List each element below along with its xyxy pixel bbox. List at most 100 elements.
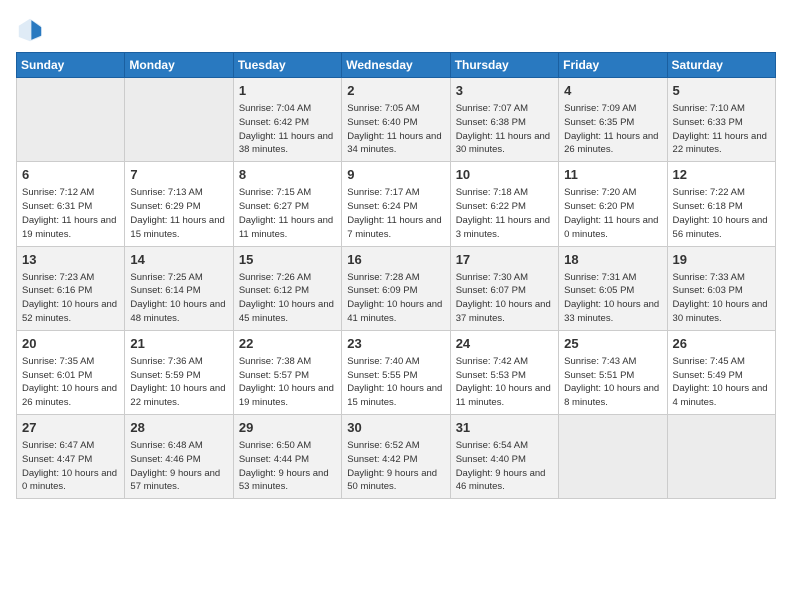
- calendar-week-row: 20Sunrise: 7:35 AM Sunset: 6:01 PM Dayli…: [17, 330, 776, 414]
- day-number: 13: [22, 251, 119, 269]
- day-header-saturday: Saturday: [667, 53, 775, 78]
- day-number: 22: [239, 335, 336, 353]
- calendar-cell: 14 Sunrise: 7:25 AM Sunset: 6:14 PM Dayli…: [125, 246, 233, 330]
- day-header-sunday: Sunday: [17, 53, 125, 78]
- calendar-cell: [125, 78, 233, 162]
- day-info: Sunrise: 7:10 AM Sunset: 6:33 PM Dayligh…: [673, 102, 770, 157]
- calendar-cell: 7 Sunrise: 7:13 AM Sunset: 6:29 PM Daylig…: [125, 162, 233, 246]
- calendar-week-row: 27 Sunrise: 6:47 AM Sunset: 4:47 PM Dayli…: [17, 415, 776, 499]
- day-info: Sunrise: 7:13 AM Sunset: 6:29 PM Dayligh…: [130, 186, 227, 241]
- day-number: 7: [130, 166, 227, 184]
- day-info: Sunrise: 7:28 AM Sunset: 6:09 PM Dayligh…: [347, 271, 444, 326]
- calendar-cell: [17, 78, 125, 162]
- page-header: [16, 16, 776, 44]
- day-info: Sunrise: 6:47 AM Sunset: 4:47 PM Dayligh…: [22, 439, 119, 494]
- day-number: 15: [239, 251, 336, 269]
- calendar-cell: 21 Sunrise: 7:36 AM Sunset: 5:59 PM Dayli…: [125, 330, 233, 414]
- day-number: 11: [564, 166, 661, 184]
- calendar-cell: 11 Sunrise: 7:20 AM Sunset: 6:20 PM Dayli…: [559, 162, 667, 246]
- day-info: Sunrise: 7:25 AM Sunset: 6:14 PM Dayligh…: [130, 271, 227, 326]
- day-number: 12: [673, 166, 770, 184]
- day-header-thursday: Thursday: [450, 53, 558, 78]
- day-header-monday: Monday: [125, 53, 233, 78]
- calendar-week-row: 6 Sunrise: 7:12 AM Sunset: 6:31 PM Daylig…: [17, 162, 776, 246]
- calendar-cell: [559, 415, 667, 499]
- day-number: 21: [130, 335, 227, 353]
- calendar-cell: 18Sunrise: 7:31 AM Sunset: 6:05 PM Dayli…: [559, 246, 667, 330]
- day-number: 5: [673, 82, 770, 100]
- day-info: Sunrise: 6:52 AM Sunset: 4:42 PM Dayligh…: [347, 439, 444, 494]
- day-number: 24: [456, 335, 553, 353]
- calendar-cell: 9 Sunrise: 7:17 AM Sunset: 6:24 PM Daylig…: [342, 162, 450, 246]
- day-number: 9: [347, 166, 444, 184]
- calendar-cell: 25Sunrise: 7:43 AM Sunset: 5:51 PM Dayli…: [559, 330, 667, 414]
- day-info: Sunrise: 7:09 AM Sunset: 6:35 PM Dayligh…: [564, 102, 661, 157]
- calendar-cell: 1Sunrise: 7:04 AM Sunset: 6:42 PM Daylig…: [233, 78, 341, 162]
- day-number: 29: [239, 419, 336, 437]
- calendar-cell: 31 Sunrise: 6:54 AM Sunset: 4:40 PM Dayli…: [450, 415, 558, 499]
- calendar-cell: 16 Sunrise: 7:28 AM Sunset: 6:09 PM Dayli…: [342, 246, 450, 330]
- calendar-cell: 27 Sunrise: 6:47 AM Sunset: 4:47 PM Dayli…: [17, 415, 125, 499]
- day-info: Sunrise: 6:54 AM Sunset: 4:40 PM Dayligh…: [456, 439, 553, 494]
- day-info: Sunrise: 7:15 AM Sunset: 6:27 PM Dayligh…: [239, 186, 336, 241]
- calendar-cell: 22Sunrise: 7:38 AM Sunset: 5:57 PM Dayli…: [233, 330, 341, 414]
- day-number: 10: [456, 166, 553, 184]
- calendar-cell: 26Sunrise: 7:45 AM Sunset: 5:49 PM Dayli…: [667, 330, 775, 414]
- calendar-cell: 20Sunrise: 7:35 AM Sunset: 6:01 PM Dayli…: [17, 330, 125, 414]
- day-info: Sunrise: 7:26 AM Sunset: 6:12 PM Dayligh…: [239, 271, 336, 326]
- calendar-week-row: 1Sunrise: 7:04 AM Sunset: 6:42 PM Daylig…: [17, 78, 776, 162]
- day-info: Sunrise: 7:40 AM Sunset: 5:55 PM Dayligh…: [347, 355, 444, 410]
- day-info: Sunrise: 7:18 AM Sunset: 6:22 PM Dayligh…: [456, 186, 553, 241]
- day-info: Sunrise: 6:48 AM Sunset: 4:46 PM Dayligh…: [130, 439, 227, 494]
- calendar-cell: 13 Sunrise: 7:23 AM Sunset: 6:16 PM Dayli…: [17, 246, 125, 330]
- day-info: Sunrise: 7:12 AM Sunset: 6:31 PM Dayligh…: [22, 186, 119, 241]
- day-number: 26: [673, 335, 770, 353]
- day-header-wednesday: Wednesday: [342, 53, 450, 78]
- day-number: 16: [347, 251, 444, 269]
- calendar-cell: 29 Sunrise: 6:50 AM Sunset: 4:44 PM Dayli…: [233, 415, 341, 499]
- calendar-cell: 12 Sunrise: 7:22 AM Sunset: 6:18 PM Dayli…: [667, 162, 775, 246]
- day-number: 1: [239, 82, 336, 100]
- day-info: Sunrise: 7:05 AM Sunset: 6:40 PM Dayligh…: [347, 102, 444, 157]
- day-number: 23: [347, 335, 444, 353]
- day-number: 6: [22, 166, 119, 184]
- day-number: 2: [347, 82, 444, 100]
- logo: [16, 16, 48, 44]
- calendar-cell: 15 Sunrise: 7:26 AM Sunset: 6:12 PM Dayli…: [233, 246, 341, 330]
- calendar-cell: 2 Sunrise: 7:05 AM Sunset: 6:40 PM Daylig…: [342, 78, 450, 162]
- calendar-cell: 19 Sunrise: 7:33 AM Sunset: 6:03 PM Dayli…: [667, 246, 775, 330]
- day-number: 14: [130, 251, 227, 269]
- calendar-cell: 6 Sunrise: 7:12 AM Sunset: 6:31 PM Daylig…: [17, 162, 125, 246]
- day-info: Sunrise: 7:23 AM Sunset: 6:16 PM Dayligh…: [22, 271, 119, 326]
- calendar-cell: 23 Sunrise: 7:40 AM Sunset: 5:55 PM Dayli…: [342, 330, 450, 414]
- day-info: Sunrise: 7:36 AM Sunset: 5:59 PM Dayligh…: [130, 355, 227, 410]
- day-info: Sunrise: 7:20 AM Sunset: 6:20 PM Dayligh…: [564, 186, 661, 241]
- day-number: 28: [130, 419, 227, 437]
- calendar-cell: 4 Sunrise: 7:09 AM Sunset: 6:35 PM Daylig…: [559, 78, 667, 162]
- calendar-cell: 28 Sunrise: 6:48 AM Sunset: 4:46 PM Dayli…: [125, 415, 233, 499]
- day-info: Sunrise: 7:30 AM Sunset: 6:07 PM Dayligh…: [456, 271, 553, 326]
- calendar-header-row: SundayMondayTuesdayWednesdayThursdayFrid…: [17, 53, 776, 78]
- calendar-table: SundayMondayTuesdayWednesdayThursdayFrid…: [16, 52, 776, 499]
- day-info: Sunrise: 7:31 AM Sunset: 6:05 PM Dayligh…: [564, 271, 661, 326]
- day-info: Sunrise: 7:22 AM Sunset: 6:18 PM Dayligh…: [673, 186, 770, 241]
- calendar-cell: [667, 415, 775, 499]
- day-number: 8: [239, 166, 336, 184]
- day-info: Sunrise: 6:50 AM Sunset: 4:44 PM Dayligh…: [239, 439, 336, 494]
- calendar-cell: 24 Sunrise: 7:42 AM Sunset: 5:53 PM Dayli…: [450, 330, 558, 414]
- day-number: 4: [564, 82, 661, 100]
- calendar-cell: 10 Sunrise: 7:18 AM Sunset: 6:22 PM Dayli…: [450, 162, 558, 246]
- day-info: Sunrise: 7:33 AM Sunset: 6:03 PM Dayligh…: [673, 271, 770, 326]
- day-header-friday: Friday: [559, 53, 667, 78]
- day-number: 31: [456, 419, 553, 437]
- day-number: 19: [673, 251, 770, 269]
- calendar-week-row: 13 Sunrise: 7:23 AM Sunset: 6:16 PM Dayli…: [17, 246, 776, 330]
- day-number: 20: [22, 335, 119, 353]
- day-number: 17: [456, 251, 553, 269]
- day-header-tuesday: Tuesday: [233, 53, 341, 78]
- day-number: 25: [564, 335, 661, 353]
- day-number: 27: [22, 419, 119, 437]
- day-info: Sunrise: 7:42 AM Sunset: 5:53 PM Dayligh…: [456, 355, 553, 410]
- day-info: Sunrise: 7:17 AM Sunset: 6:24 PM Dayligh…: [347, 186, 444, 241]
- day-number: 30: [347, 419, 444, 437]
